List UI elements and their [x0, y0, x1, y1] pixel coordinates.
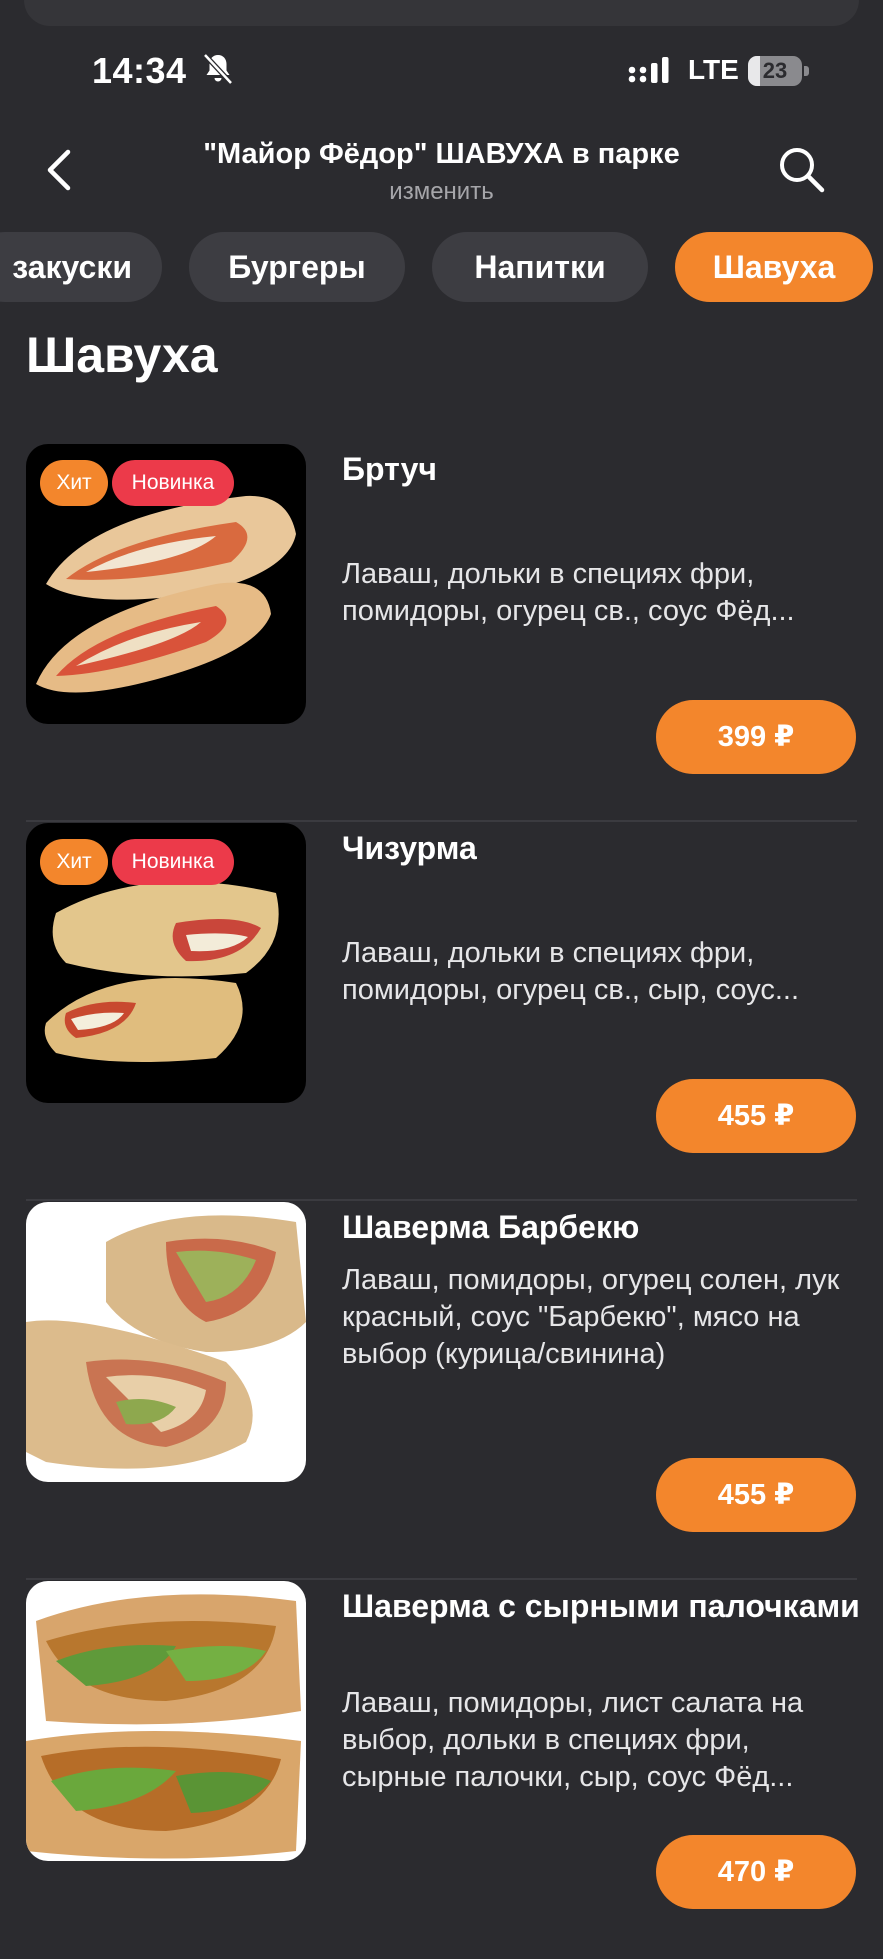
signal-icon — [628, 57, 669, 83]
menu-item[interactable]: Хит Новинка Бртуч Лаваш, дольки в специя… — [0, 444, 883, 822]
item-name: Бртуч — [342, 451, 437, 487]
item-image[interactable] — [26, 1202, 306, 1482]
battery-icon: 23 — [748, 56, 810, 86]
bell-slash-icon — [203, 53, 233, 85]
item-name: Шаверма Барбекю — [342, 1209, 640, 1245]
item-image[interactable]: Хит Новинка — [26, 444, 306, 724]
add-to-cart-button[interactable]: 455 ₽ — [656, 1458, 856, 1532]
restaurant-title[interactable]: "Майор Фёдор" ШАВУХА в парке — [120, 138, 763, 171]
add-to-cart-button[interactable]: 455 ₽ — [656, 1079, 856, 1153]
section-title: Шавуха — [26, 327, 218, 383]
item-image[interactable] — [26, 1581, 306, 1861]
tab-snacks[interactable]: закуски — [0, 232, 162, 302]
chevron-left-icon[interactable] — [36, 140, 88, 200]
search-icon[interactable] — [776, 144, 828, 196]
menu-item[interactable]: Хит Новинка Чизурма Лаваш, дольки в спец… — [0, 823, 883, 1201]
network-type: LTE — [688, 54, 739, 85]
badge-new: Новинка — [112, 839, 234, 885]
tab-shawarma[interactable]: Шавуха — [675, 232, 873, 302]
menu-item[interactable]: Шаверма с сырными палочками Лаваш, помид… — [0, 1581, 883, 1959]
divider — [26, 1199, 857, 1201]
battery-level: 23 — [762, 58, 788, 83]
top-sheet-edge — [24, 0, 859, 26]
item-name: Чизурма — [342, 830, 477, 866]
tab-burgers[interactable]: Бургеры — [189, 232, 405, 302]
change-restaurant-link[interactable]: изменить — [120, 178, 763, 206]
divider — [26, 820, 857, 822]
add-to-cart-button[interactable]: 470 ₽ — [656, 1835, 856, 1909]
item-description: Лаваш, дольки в специях фри, помидоры, о… — [342, 558, 795, 627]
item-description: Лаваш, помидоры, лист салата на выбор, д… — [342, 1687, 804, 1793]
item-description: Лаваш, помидоры, огурец солен, лук красн… — [342, 1264, 840, 1370]
item-description: Лаваш, дольки в специях фри, помидоры, о… — [342, 937, 800, 1006]
status-time: 14:34 — [92, 50, 187, 91]
add-to-cart-button[interactable]: 399 ₽ — [656, 700, 856, 774]
status-bar: 14:34 LTE 23 — [0, 46, 883, 98]
header: "Майор Фёдор" ШАВУХА в парке изменить — [0, 130, 883, 210]
divider — [26, 1578, 857, 1580]
category-tabs: закуски Бургеры Напитки Шавуха — [0, 232, 883, 304]
badge-hit: Хит — [40, 839, 108, 885]
badge-new: Новинка — [112, 460, 234, 506]
item-name: Шаверма с сырными палочками — [342, 1588, 860, 1624]
tab-drinks[interactable]: Напитки — [432, 232, 648, 302]
item-image[interactable]: Хит Новинка — [26, 823, 306, 1103]
badge-hit: Хит — [40, 460, 108, 506]
menu-item[interactable]: Шаверма Барбекю Лаваш, помидоры, огурец … — [0, 1202, 883, 1580]
